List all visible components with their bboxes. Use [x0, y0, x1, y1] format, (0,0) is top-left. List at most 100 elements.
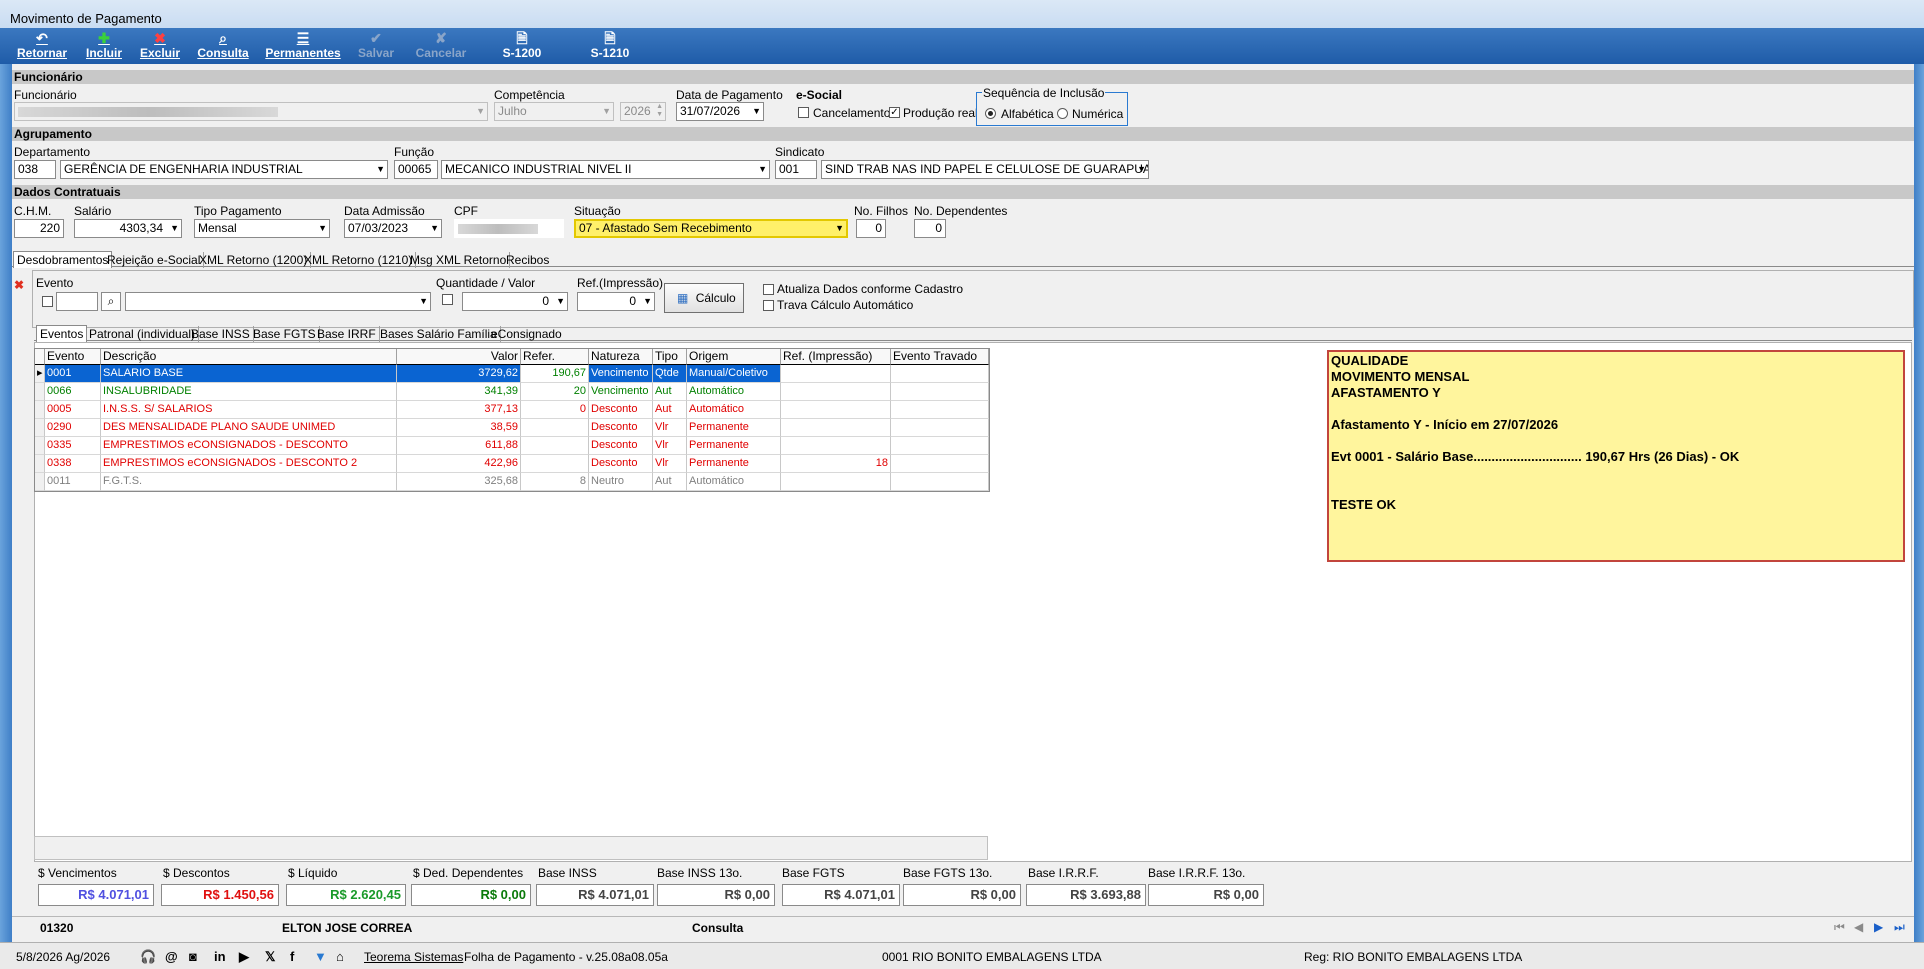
cell-ref-impressao[interactable]	[781, 473, 891, 491]
headset-icon[interactable]: 🎧	[140, 949, 156, 965]
consulta-button[interactable]: ⌕ Consulta	[197, 30, 249, 60]
cell-refer[interactable]	[521, 419, 589, 437]
cell-natureza[interactable]: Vencimento	[589, 365, 653, 383]
cell-valor[interactable]: 3729,62	[397, 365, 521, 383]
cell-ref-impressao[interactable]	[781, 419, 891, 437]
funcao-code-field[interactable]: 00065	[394, 160, 438, 179]
retornar-button[interactable]: ↶ Retornar	[14, 30, 70, 60]
cell-ref-impressao[interactable]	[781, 437, 891, 455]
cell-evento[interactable]: 0338	[45, 455, 101, 473]
cell-ref-impressao[interactable]: 18	[781, 455, 891, 473]
cell-valor[interactable]: 341,39	[397, 383, 521, 401]
dependentes-field[interactable]: 0	[914, 219, 946, 238]
incluir-button[interactable]: ✚ Incluir	[84, 30, 124, 60]
first-record-icon[interactable]: ⏮	[1834, 920, 1845, 935]
calculo-button[interactable]: ▦ Cálculo	[664, 283, 744, 313]
evento-search-button[interactable]: ⌕	[101, 292, 121, 311]
cell-tipo[interactable]: Aut	[653, 473, 687, 491]
cell-origem[interactable]: Permanente	[687, 455, 781, 473]
teorema-link[interactable]: Teorema Sistemas	[364, 950, 463, 964]
cpf-field[interactable]	[454, 219, 564, 238]
row-indicator[interactable]	[35, 383, 45, 401]
producao-checkbox[interactable]: ✓	[889, 107, 900, 118]
cell-descricao[interactable]: INSALUBRIDADE	[101, 383, 397, 401]
tab-xml-retorno-1200[interactable]: XML Retorno (1200)	[196, 252, 312, 268]
qtd-field[interactable]: 0 ▼	[462, 292, 568, 311]
last-record-icon[interactable]: ⏭	[1894, 920, 1905, 935]
s1200-button[interactable]: 🗎 S-1200	[500, 30, 544, 60]
sindicato-select[interactable]: SIND TRAB NAS IND PAPEL E CELULOSE DE GU…	[821, 160, 1149, 179]
situacao-select[interactable]: 07 - Afastado Sem Recebimento ▼	[574, 219, 848, 238]
at-icon[interactable]: @	[165, 949, 178, 964]
subtab-patronal[interactable]: Patronal (individual)	[86, 326, 200, 342]
prev-record-icon[interactable]: ◀	[1854, 920, 1863, 934]
filter-icon[interactable]: ▼	[314, 949, 327, 964]
cell-refer[interactable]: 8	[521, 473, 589, 491]
tipo-pagamento-select[interactable]: Mensal ▼	[194, 219, 330, 238]
header-natureza[interactable]: Natureza	[589, 349, 653, 365]
competencia-year-spinner[interactable]: 2026 ▲ ▼	[620, 102, 666, 121]
cell-descricao[interactable]: I.N.S.S. S/ SALARIOS	[101, 401, 397, 419]
cell-refer[interactable]: 20	[521, 383, 589, 401]
cell-natureza[interactable]: Neutro	[589, 473, 653, 491]
tab-msg-xml-retorno[interactable]: Msg XML Retorno	[407, 252, 511, 268]
cell-origem[interactable]: Automático	[687, 401, 781, 419]
cell-refer[interactable]	[521, 437, 589, 455]
filhos-field[interactable]: 0	[856, 219, 886, 238]
tab-desdobramentos[interactable]: Desdobramentos	[13, 251, 113, 268]
cell-natureza[interactable]: Desconto	[589, 401, 653, 419]
permanentes-button[interactable]: ☰ Permanentes	[264, 30, 342, 60]
cell-evento[interactable]: 0005	[45, 401, 101, 419]
cell-tipo[interactable]: Qtde	[653, 365, 687, 383]
salvar-button[interactable]: ✔ Salvar	[354, 30, 398, 60]
cell-ref-impressao[interactable]	[781, 401, 891, 419]
header-tipo[interactable]: Tipo	[653, 349, 687, 365]
cell-refer[interactable]: 0	[521, 401, 589, 419]
row-indicator[interactable]	[35, 455, 45, 473]
facebook-icon[interactable]: f	[290, 949, 294, 964]
cell-descricao[interactable]: F.G.T.S.	[101, 473, 397, 491]
cell-tipo[interactable]: Vlr	[653, 419, 687, 437]
next-record-icon[interactable]: ▶	[1874, 920, 1883, 934]
ref-field[interactable]: 0 ▼	[577, 292, 655, 311]
cell-tipo[interactable]: Aut	[653, 383, 687, 401]
row-indicator[interactable]: ▸	[35, 365, 45, 383]
header-evento-travado[interactable]: Evento Travado	[891, 349, 989, 365]
cell-evento[interactable]: 0011	[45, 473, 101, 491]
cell-tipo[interactable]: Vlr	[653, 437, 687, 455]
funcao-select[interactable]: MECANICO INDUSTRIAL NIVEL II ▼	[441, 160, 770, 179]
header-ref-impressao[interactable]: Ref. (Impressão)	[781, 349, 891, 365]
cell-descricao[interactable]: EMPRESTIMOS eCONSIGNADOS - DESCONTO	[101, 437, 397, 455]
cell-evento[interactable]: 0335	[45, 437, 101, 455]
tab-rejeicao-esocial[interactable]: Rejeição e-Social	[104, 252, 205, 268]
qtd-checkbox[interactable]	[442, 294, 453, 305]
cell-evento-travado[interactable]	[891, 455, 989, 473]
row-indicator[interactable]	[35, 401, 45, 419]
funcionario-select[interactable]: ▼	[14, 102, 488, 121]
cell-origem[interactable]: Automático	[687, 473, 781, 491]
row-indicator[interactable]	[35, 419, 45, 437]
row-indicator[interactable]	[35, 473, 45, 491]
atualiza-checkbox[interactable]	[763, 284, 774, 295]
cell-natureza[interactable]: Desconto	[589, 419, 653, 437]
cell-ref-impressao[interactable]	[781, 365, 891, 383]
header-refer[interactable]: Refer.	[521, 349, 589, 365]
subtab-base-fgts[interactable]: Base FGTS	[250, 326, 320, 342]
cell-valor[interactable]: 377,13	[397, 401, 521, 419]
subtab-econsignado[interactable]: eConsignado	[488, 326, 565, 342]
cell-evento[interactable]: 0066	[45, 383, 101, 401]
cell-natureza[interactable]: Vencimento	[589, 383, 653, 401]
instagram-icon[interactable]: ◙	[189, 949, 197, 964]
admissao-field[interactable]: 07/03/2023 ▼	[344, 219, 442, 238]
competencia-select[interactable]: Julho ▼	[494, 102, 614, 121]
cancelamento-checkbox[interactable]	[798, 107, 809, 118]
grid-horizontal-scrollbar[interactable]	[34, 836, 988, 860]
cell-tipo[interactable]: Aut	[653, 401, 687, 419]
trava-checkbox[interactable]	[763, 300, 774, 311]
cell-valor[interactable]: 325,68	[397, 473, 521, 491]
s1210-button[interactable]: 🗎 S-1210	[588, 30, 632, 60]
cell-evento-travado[interactable]	[891, 383, 989, 401]
x-icon[interactable]: 𝕏	[265, 949, 275, 965]
cancelar-button[interactable]: ✘ Cancelar	[414, 30, 468, 60]
cell-origem[interactable]: Permanente	[687, 419, 781, 437]
